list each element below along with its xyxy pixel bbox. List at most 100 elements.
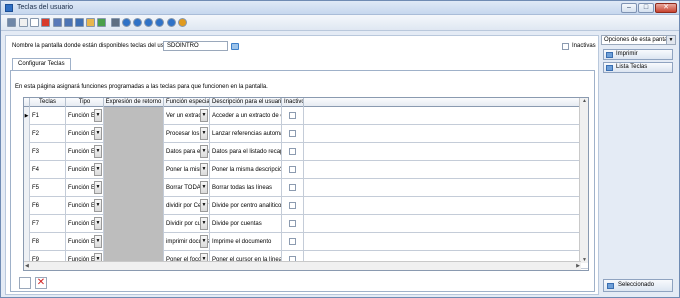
delete-icon[interactable] [41,18,50,27]
cell-key[interactable]: F6 [30,197,66,215]
cell-expresion[interactable] [104,197,164,215]
cell-funcion[interactable]: Dividir por cuen ▼ [164,215,210,233]
table-row[interactable]: ▶ F1 Función Es ▼ Ver un extracto ▼ Acceder a … [24,107,588,125]
cell-tipo[interactable]: Función Es ▼ [66,161,104,179]
cell-descripcion[interactable]: Acceder a un extracto de cue [210,107,282,125]
cell-descripcion[interactable]: Imprime el documento [210,233,282,251]
cell-expresion[interactable] [104,125,164,143]
cell-expresion[interactable] [104,143,164,161]
cell-descripcion[interactable]: Datos para el listado recapitul [210,143,282,161]
first-record-icon[interactable] [122,18,131,27]
maximize-button[interactable]: □ [638,3,654,13]
save-icon[interactable] [75,18,84,27]
cell-key[interactable]: F7 [30,215,66,233]
minimize-button[interactable]: – [621,3,637,13]
cell-tipo[interactable]: Función Es ▼ [66,143,104,161]
header-expresion[interactable]: Expresión de retorno [104,98,164,107]
header-tipo[interactable]: Tipo [66,98,104,107]
search-icon[interactable] [111,18,120,27]
cell-funcion[interactable]: dividir por Centr ▼ [164,197,210,215]
chevron-down-icon[interactable]: ▼ [94,163,102,176]
table-row[interactable]: F3 Función Es ▼ Datos para el lis ▼ Datos par… [24,143,588,161]
cell-expresion[interactable] [104,233,164,251]
table-row[interactable]: F4 Función Es ▼ Poner la misma ▼ Poner la mis… [24,161,588,179]
cell-tipo[interactable]: Función Es ▼ [66,107,104,125]
inactive-row-checkbox[interactable] [289,202,296,209]
cell-descripcion[interactable]: Lanzar referencias automátic [210,125,282,143]
cell-key[interactable]: F3 [30,143,66,161]
folder-icon[interactable] [86,18,95,27]
vertical-scrollbar[interactable]: ▲ ▼ [579,98,588,263]
cell-key[interactable]: F4 [30,161,66,179]
cell-tipo[interactable]: Función Es ▼ [66,215,104,233]
cell-descripcion[interactable]: Divide por centro analítico [210,197,282,215]
next-record-icon[interactable] [144,18,153,27]
cell-descripcion[interactable]: Divide por cuentas [210,215,282,233]
delete-row-button[interactable]: ✕ [35,277,47,289]
cell-key[interactable]: F8 [30,233,66,251]
inactive-row-checkbox[interactable] [289,220,296,227]
chevron-down-icon[interactable]: ▼ [94,235,102,248]
chevron-down-icon[interactable]: ▼ [200,199,208,212]
header-inactivo[interactable]: Inactivo [282,98,304,107]
list-keys-button[interactable]: Lista Teclas [603,62,673,73]
options-select[interactable]: Opciones de esta pantalla ▼ [601,35,676,45]
cell-inactivo[interactable] [282,233,304,251]
cell-tipo[interactable]: Función Es ▼ [66,179,104,197]
lookup-icon[interactable] [231,43,239,50]
copy-icon[interactable] [30,18,39,27]
export-icon[interactable] [97,18,106,27]
cell-key[interactable]: F2 [30,125,66,143]
chevron-down-icon[interactable]: ▼ [94,217,102,230]
chevron-down-icon[interactable]: ▼ [94,199,102,212]
cell-inactivo[interactable] [282,179,304,197]
refresh-icon[interactable] [167,18,176,27]
inactive-row-checkbox[interactable] [289,130,296,137]
table-row[interactable]: F5 Función Es ▼ Borrar TODAS l ▼ Borrar todas… [24,179,588,197]
cell-inactivo[interactable] [282,107,304,125]
cell-tipo[interactable]: Función Es ▼ [66,197,104,215]
scroll-up-icon[interactable]: ▲ [582,98,587,104]
cell-key[interactable]: F5 [30,179,66,197]
cell-expresion[interactable] [104,161,164,179]
cell-funcion[interactable]: Datos para el lis ▼ [164,143,210,161]
cell-inactivo[interactable] [282,197,304,215]
scroll-left-icon[interactable]: ◀ [25,263,29,269]
cell-inactivo[interactable] [282,125,304,143]
cell-tipo[interactable]: Función Es ▼ [66,233,104,251]
chevron-down-icon[interactable]: ▼ [200,127,208,140]
chevron-down-icon[interactable]: ▼ [200,181,208,194]
new-document-icon[interactable] [19,18,28,27]
grid-icon[interactable] [64,18,73,27]
help-icon[interactable] [178,18,187,27]
chevron-down-icon[interactable]: ▼ [666,36,675,44]
cell-tipo[interactable]: Función Es ▼ [66,125,104,143]
chevron-down-icon[interactable]: ▼ [200,145,208,158]
scroll-right-icon[interactable]: ▶ [576,263,580,269]
cell-descripcion[interactable]: Poner la misma descripción en [210,161,282,179]
cell-funcion[interactable]: Poner la misma ▼ [164,161,210,179]
tab-configurar-teclas[interactable]: Configurar Teclas [12,58,71,70]
scroll-down-icon[interactable]: ▼ [582,257,587,263]
inactive-row-checkbox[interactable] [289,166,296,173]
cell-expresion[interactable] [104,107,164,125]
inactive-row-checkbox[interactable] [289,148,296,155]
inactive-row-checkbox[interactable] [289,184,296,191]
chevron-down-icon[interactable]: ▼ [200,217,208,230]
table-row[interactable]: F2 Función Es ▼ Procesar los ret ▼ Lanzar ref… [24,125,588,143]
last-record-icon[interactable] [155,18,164,27]
inactive-row-checkbox[interactable] [289,238,296,245]
previous-record-icon[interactable] [133,18,142,27]
table-row[interactable]: F8 Función Es ▼ imprimir docume ▼ Imprime el … [24,233,588,251]
horizontal-scrollbar[interactable]: ◀ ▶ [24,261,581,270]
header-funcion[interactable]: Función especial [164,98,210,107]
chevron-down-icon[interactable]: ▼ [200,163,208,176]
chevron-down-icon[interactable]: ▼ [200,235,208,248]
cell-inactivo[interactable] [282,215,304,233]
cell-expresion[interactable] [104,215,164,233]
new-row-button[interactable] [19,277,31,289]
chevron-down-icon[interactable]: ▼ [94,181,102,194]
screen-name-input[interactable]: SDOINTRO [163,41,228,51]
cell-funcion[interactable]: Procesar los ret ▼ [164,125,210,143]
selected-button[interactable]: Seleccionado [603,279,673,292]
